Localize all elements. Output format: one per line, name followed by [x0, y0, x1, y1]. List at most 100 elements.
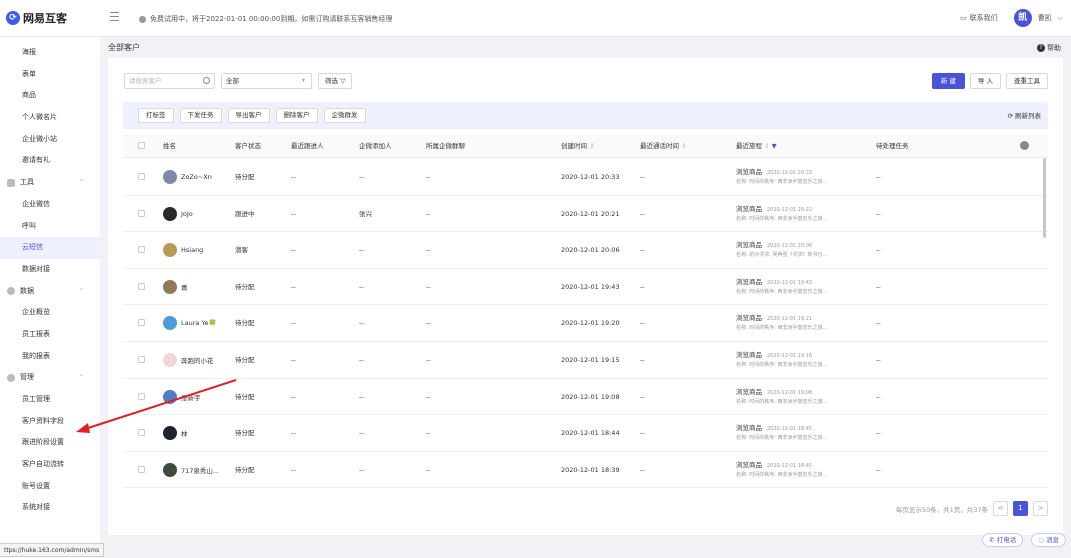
sidebar-item[interactable]: 邀请有礼	[0, 150, 100, 172]
sidebar-item[interactable]: 个人微名片	[0, 107, 100, 129]
table-row[interactable]: 林 待分配 -- -- -- 2020-12-01 18:44 -- -- 浏览商品 2020-1…	[123, 415, 1048, 452]
filter-button[interactable]: 筛选 ▽	[318, 73, 353, 89]
table-row[interactable]: ZoZo~Xn 待分配 -- -- -- 2020-12-01 20:33 -- -- 浏览商品…	[123, 159, 1048, 196]
customer-name-cell[interactable]: Laura Ye🍀	[163, 316, 217, 331]
sidebar-item[interactable]: 呼叫	[0, 216, 100, 238]
contact-us-link[interactable]: ▭ 联系我们	[960, 13, 998, 23]
sidebar-item[interactable]: 我的报表	[0, 346, 100, 368]
sidebar-item[interactable]: 企业概览	[0, 302, 100, 324]
col-last-call[interactable]: 最近通话时间 ⇕	[640, 134, 687, 158]
row-checkbox[interactable]	[138, 319, 145, 327]
col-journey-label: 最近旅程	[736, 142, 762, 150]
row-checkbox[interactable]	[138, 465, 145, 473]
customer-name-cell[interactable]: 菁	[163, 279, 188, 294]
sidebar-item[interactable]: 数据对接	[0, 259, 100, 281]
customer-name-cell[interactable]: JoJo	[163, 206, 193, 221]
sidebar-item[interactable]: 系统对接	[0, 497, 100, 519]
table-row[interactable]: 张新宇 待分配 -- -- -- 2020-12-01 19:08 -- -- 浏览商品 2020…	[123, 379, 1048, 416]
customer-name-cell[interactable]: 717泉秀山...	[163, 462, 219, 477]
new-customer-button[interactable]: 新 建	[931, 73, 965, 89]
chevron-up-icon[interactable]: ^	[79, 367, 84, 389]
table-row[interactable]: Hsiang 潜客 -- -- -- 2020-12-01 20:06 -- -- 浏览商品 20…	[123, 232, 1048, 269]
page-1-button[interactable]: 1	[1013, 501, 1028, 516]
row-checkbox[interactable]	[138, 209, 145, 217]
row-checkbox[interactable]	[138, 429, 145, 437]
gear-icon[interactable]	[1020, 141, 1029, 150]
sort-icon[interactable]: ⇕	[589, 142, 594, 150]
cell-journey: 浏览商品 2020-12-01 19:16 名称: 时间的秩序: 西非洲手鼓音乐之旅…	[736, 349, 827, 368]
sidebar-item[interactable]: 账号设置	[0, 476, 100, 498]
sidebar-item[interactable]: 员工报表	[0, 324, 100, 346]
customer-name[interactable]: 张新宇	[181, 392, 201, 402]
cell-status: 待分配	[235, 392, 255, 401]
help-link[interactable]: ? 帮助	[1037, 43, 1061, 53]
customer-name[interactable]: Hsiang	[181, 246, 203, 254]
sort-icon[interactable]: ⇕	[764, 142, 769, 150]
customer-name[interactable]: 奔跑的小花	[181, 355, 214, 365]
sort-icon[interactable]: ⇕	[681, 142, 686, 150]
customer-name[interactable]: Laura Ye🍀	[181, 319, 217, 327]
customer-name[interactable]: ZoZo~Xn	[181, 173, 212, 181]
user-avatar[interactable]: 凯	[1013, 9, 1032, 27]
brand-logo[interactable]: ⟳ 网易互客	[6, 10, 67, 26]
export-button[interactable]: 导出客户	[227, 108, 270, 123]
sidebar-group[interactable]: 工具 ^	[0, 172, 100, 194]
menu-toggle-icon[interactable]	[110, 12, 119, 21]
customer-name[interactable]: 林	[181, 428, 188, 438]
journey-detail: 名称: 时间的秩序: 西非洲手鼓音乐之旅...	[736, 362, 828, 368]
next-page-button[interactable]: >	[1033, 501, 1048, 516]
sidebar-group[interactable]: 数据 ^	[0, 281, 100, 303]
table-row[interactable]: 菁 待分配 -- -- -- 2020-12-01 19:43 -- -- 浏览商品 2020-1…	[123, 269, 1048, 306]
chevron-up-icon[interactable]: ^	[79, 172, 84, 194]
status-select[interactable]: 全部 ▾	[221, 73, 312, 89]
customer-name-cell[interactable]: Hsiang	[163, 243, 203, 258]
row-checkbox[interactable]	[138, 282, 145, 290]
sidebar-item[interactable]: 客户资料字段	[0, 411, 100, 433]
chevron-down-icon[interactable]: ⌵	[1058, 14, 1063, 23]
sidebar-item[interactable]: 员工管理	[0, 389, 100, 411]
prev-page-button[interactable]: <	[993, 501, 1008, 516]
select-all-checkbox[interactable]	[138, 142, 145, 149]
search-icon[interactable]	[203, 77, 210, 84]
row-checkbox[interactable]	[138, 356, 145, 363]
customer-name-cell[interactable]: 奔跑的小花	[163, 353, 214, 367]
refresh-list-button[interactable]: ⟳ 刷新列表	[1007, 110, 1041, 120]
sidebar-item[interactable]: 企业微信	[0, 194, 100, 216]
import-button[interactable]: 导 入	[969, 73, 1001, 89]
sidebar-item[interactable]: 企业微小站	[0, 129, 100, 151]
filter-icon[interactable]: ▼	[772, 142, 777, 150]
table-row[interactable]: JoJo 跟进中 -- 张兴 -- 2020-12-01 20:21 -- -- 浏览商品 202…	[123, 196, 1048, 233]
message-button[interactable]: ◌ 消息	[1031, 533, 1066, 547]
customer-name[interactable]: JoJo	[181, 210, 193, 218]
row-checkbox[interactable]	[138, 392, 145, 400]
call-button[interactable]: ✆ 打电话	[982, 533, 1024, 547]
sidebar-item[interactable]: 跟进阶段设置	[0, 432, 100, 454]
user-name[interactable]: 曹凯	[1038, 13, 1052, 23]
row-checkbox[interactable]	[138, 173, 145, 180]
assign-task-button[interactable]: 下发任务	[179, 108, 222, 123]
table-scrollbar[interactable]	[1043, 158, 1046, 238]
customer-name[interactable]: 菁	[181, 282, 188, 292]
sidebar-item[interactable]: 海报	[0, 42, 100, 64]
sidebar-item[interactable]: 客户自动流转	[0, 454, 100, 476]
wecom-broadcast-button[interactable]: 企微群发	[323, 108, 366, 123]
sidebar-item[interactable]: 商品	[0, 85, 100, 107]
col-journey[interactable]: 最近旅程 ⇕ ▼	[736, 134, 777, 158]
customer-name-cell[interactable]: 林	[163, 426, 188, 441]
sidebar-group[interactable]: 管理 ^	[0, 367, 100, 389]
col-created[interactable]: 创建时间 ⇕	[561, 134, 595, 158]
chevron-up-icon[interactable]: ^	[79, 281, 84, 303]
dedupe-tool-button[interactable]: 查重工具	[1006, 73, 1048, 89]
sidebar-item[interactable]: 云短信	[0, 237, 100, 259]
search-input[interactable]: 请搜索客户	[124, 73, 215, 89]
table-row[interactable]: 奔跑的小花 待分配 -- -- -- 2020-12-01 19:15 -- -- 浏览商品 20…	[123, 342, 1048, 379]
row-checkbox[interactable]	[138, 246, 145, 254]
delete-button[interactable]: 删除客户	[275, 108, 318, 123]
table-row[interactable]: Laura Ye🍀 待分配 -- -- -- 2020-12-01 19:20 -- -- 浏览…	[123, 305, 1048, 342]
table-row[interactable]: 717泉秀山... 待分配 -- -- -- 2020-12-01 18:39 -- -- 浏览…	[123, 452, 1048, 489]
sidebar-item[interactable]: 表单	[0, 64, 100, 86]
customer-name-cell[interactable]: 张新宇	[163, 389, 201, 404]
customer-name-cell[interactable]: ZoZo~Xn	[163, 170, 212, 184]
customer-name[interactable]: 717泉秀山...	[181, 465, 219, 475]
tag-button[interactable]: 打标签	[138, 108, 174, 123]
